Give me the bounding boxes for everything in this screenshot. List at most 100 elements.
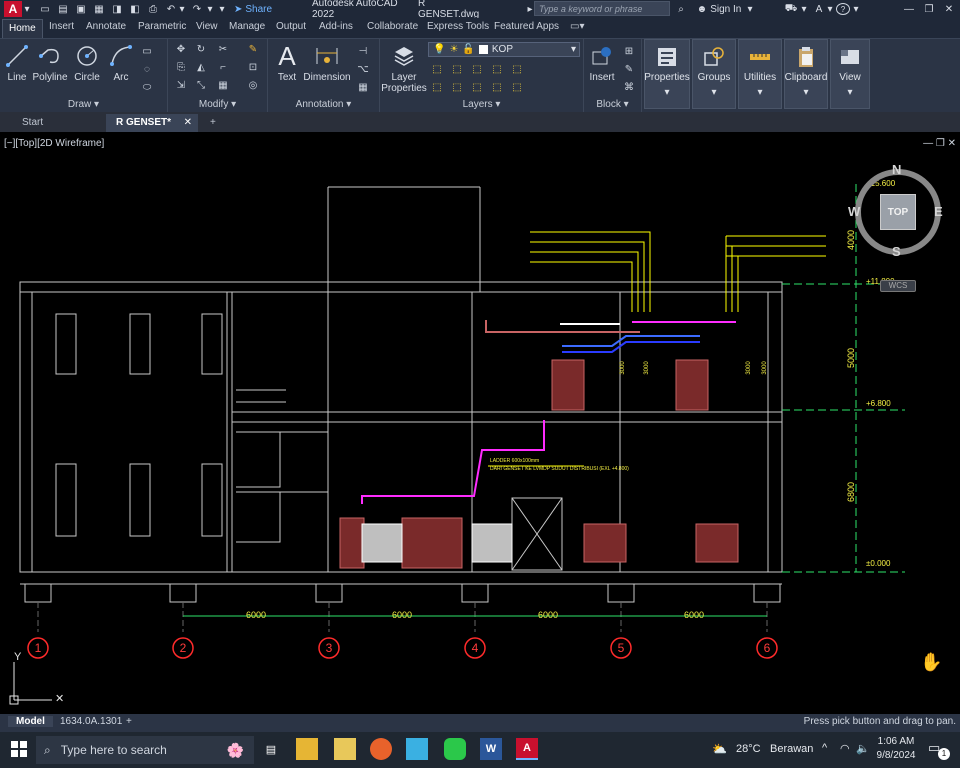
offset-icon[interactable]: ◎	[246, 79, 260, 91]
copy-icon[interactable]: ⎘	[174, 61, 188, 73]
save-to-web-icon[interactable]: ◧	[128, 1, 142, 17]
layers-group-label[interactable]: Layers ▾	[380, 99, 583, 110]
insert-block-button[interactable]: Insert	[586, 42, 618, 83]
save-as-icon[interactable]: ▦	[92, 1, 106, 17]
layer-dropdown[interactable]: 💡 ☀ 🔓 KOP ▾	[428, 42, 580, 57]
layer-unlock-all-icon[interactable]: ⬚	[490, 81, 504, 93]
compass-east[interactable]: E	[934, 204, 943, 219]
windows-start-icon[interactable]	[8, 738, 30, 760]
a360-chevron-icon[interactable]: ▾	[826, 1, 834, 17]
tab-r-genset[interactable]: R GENSET* ✕	[106, 114, 198, 132]
draw-group-label[interactable]: Draw ▾	[0, 99, 167, 110]
share-button[interactable]: ➤ Share	[230, 1, 276, 17]
block-group-label[interactable]: Block ▾	[584, 99, 641, 110]
new-tab-icon[interactable]: +	[204, 114, 226, 132]
customize-chevron-icon[interactable]: ▾	[218, 1, 226, 17]
sign-in-chevron-icon[interactable]: ▾	[746, 1, 754, 17]
winrar-icon[interactable]	[334, 738, 356, 760]
trim-icon[interactable]: ✂	[216, 43, 230, 55]
scale-icon[interactable]: ⤡	[194, 79, 208, 91]
sign-in-button[interactable]: ☻ Sign In	[694, 1, 744, 17]
tab-view[interactable]: View	[196, 21, 218, 32]
tab-home[interactable]: Home	[2, 19, 43, 38]
text-button[interactable]: A Text	[272, 41, 302, 84]
ribbon-options-icon[interactable]: ▭▾	[570, 21, 584, 32]
help-chevron-icon[interactable]: ▾	[852, 1, 860, 17]
add-layout-icon[interactable]: +	[126, 716, 132, 727]
layer-properties-button[interactable]: Layer Properties	[381, 42, 427, 94]
tab-layout[interactable]: 1634.0A.1301	[60, 716, 122, 727]
tab-add-ins[interactable]: Add-ins	[319, 21, 353, 32]
tab-insert[interactable]: Insert	[49, 21, 74, 32]
rotate-icon[interactable]: ↻	[194, 43, 208, 55]
tab-annotate[interactable]: Annotate	[86, 21, 126, 32]
compass-west[interactable]: W	[848, 204, 860, 219]
layer-freeze-icon[interactable]: ⬚	[470, 63, 484, 75]
tab-featured-apps[interactable]: Featured Apps	[494, 21, 559, 32]
file-explorer-icon[interactable]	[296, 738, 318, 760]
layer-thaw-all-icon[interactable]: ⬚	[470, 81, 484, 93]
rectangle-icon[interactable]: ▭	[140, 45, 154, 57]
autocad-taskbar-icon[interactable]: A	[516, 738, 538, 760]
weather-text[interactable]: Berawan	[770, 743, 813, 755]
word-icon[interactable]: W	[480, 738, 502, 760]
clock-date[interactable]: 9/8/2024	[876, 750, 916, 761]
array-icon[interactable]: ▦	[216, 79, 230, 91]
firefox-icon[interactable]	[370, 738, 392, 760]
volume-icon[interactable]: 🔈	[856, 742, 870, 755]
compass-north[interactable]: N	[892, 162, 901, 177]
leader-icon[interactable]: ⊣	[356, 45, 370, 57]
attribute-icon[interactable]: ⌘	[622, 81, 636, 93]
tray-chevron-icon[interactable]: ^	[822, 742, 827, 754]
cart-chevron-icon[interactable]: ▾	[800, 1, 808, 17]
redo-icon[interactable]: ↷	[190, 1, 204, 17]
autodesk-a360-icon[interactable]: A	[812, 1, 826, 17]
polyline-button[interactable]: Polyline	[32, 42, 68, 83]
close-icon[interactable]: ✕	[940, 1, 958, 17]
layer-off-icon[interactable]: ⬚	[430, 63, 444, 75]
multileader-icon[interactable]: ⌥	[356, 63, 370, 75]
tab-manage[interactable]: Manage	[229, 21, 265, 32]
erase-icon[interactable]: ✎	[246, 43, 260, 55]
ellipse-icon[interactable]: ⬭	[140, 81, 154, 93]
undo-icon[interactable]: ↶	[164, 1, 178, 17]
tab-model[interactable]: Model	[8, 716, 53, 727]
tab-start[interactable]: Start	[12, 114, 102, 132]
properties-panel-button[interactable]: Properties ▾	[644, 39, 690, 109]
autocad-app-icon[interactable]: A	[4, 1, 22, 17]
compass-south[interactable]: S	[892, 244, 901, 259]
utilities-panel-button[interactable]: Utilities ▾	[738, 39, 782, 109]
open-from-web-icon[interactable]: ◨	[110, 1, 124, 17]
layer-unisolate-icon[interactable]: ⬚	[510, 63, 524, 75]
tab-collaborate[interactable]: Collaborate	[367, 21, 418, 32]
layer-match-icon[interactable]: ⬚	[430, 81, 444, 93]
hatch-icon[interactable]: ◌	[140, 63, 154, 75]
save-icon[interactable]: ▣	[74, 1, 88, 17]
fillet-icon[interactable]: ⌐	[216, 61, 230, 73]
undo-chevron-icon[interactable]: ▾	[178, 1, 186, 17]
viewcube-top-face[interactable]: TOP	[880, 194, 916, 230]
help-icon[interactable]: ?	[836, 3, 850, 15]
new-file-icon[interactable]: ▭	[38, 1, 52, 17]
weather-temp[interactable]: 28°C	[736, 743, 761, 755]
annotation-group-label[interactable]: Annotation ▾	[268, 99, 379, 110]
app-icon[interactable]	[406, 738, 428, 760]
open-file-icon[interactable]: ▤	[56, 1, 70, 17]
create-block-icon[interactable]: ⊞	[622, 45, 636, 57]
redo-chevron-icon[interactable]: ▾	[206, 1, 214, 17]
cart-icon[interactable]: ⛟	[784, 1, 798, 17]
tab-output[interactable]: Output	[276, 21, 306, 32]
search-icon[interactable]: ⌕	[674, 1, 688, 17]
layer-isolate-icon[interactable]: ⬚	[450, 63, 464, 75]
modify-group-label[interactable]: Modify ▾	[168, 99, 267, 110]
arc-button[interactable]: Arc	[106, 42, 136, 83]
clock-time[interactable]: 1:06 AM	[876, 736, 916, 747]
maximize-icon[interactable]: ❐	[920, 1, 938, 17]
circle-button[interactable]: Circle	[72, 42, 102, 83]
edit-block-icon[interactable]: ✎	[622, 63, 636, 75]
groups-panel-button[interactable]: Groups ▾	[692, 39, 736, 109]
tab-close-icon[interactable]: ✕	[184, 117, 192, 128]
table-icon[interactable]: ▦	[356, 81, 370, 93]
whatsapp-icon[interactable]	[444, 738, 466, 760]
stretch-icon[interactable]: ⇲	[174, 79, 188, 91]
